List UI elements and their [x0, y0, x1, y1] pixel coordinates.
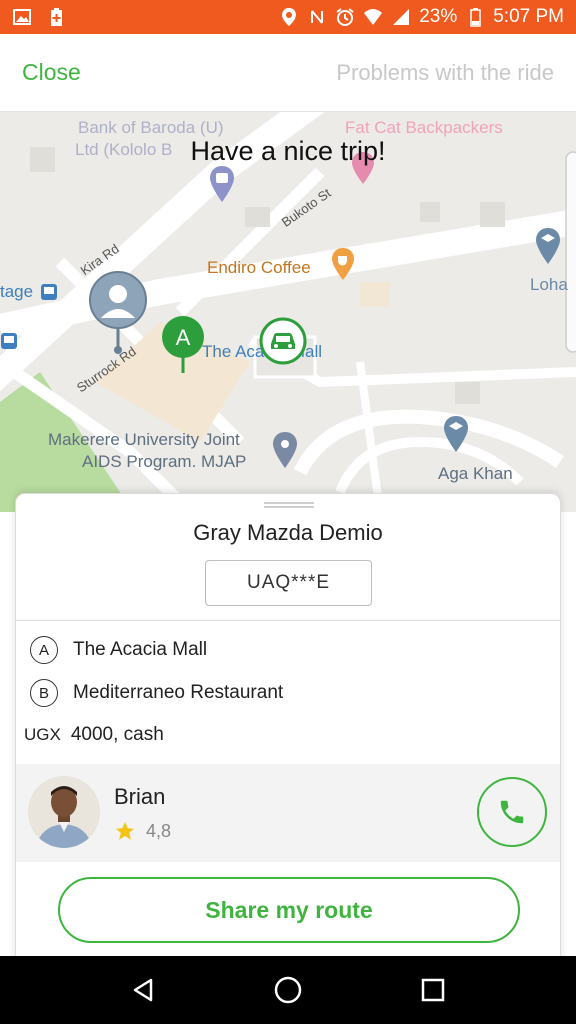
- pickup-pin-a-letter: A: [176, 325, 191, 350]
- home-icon: [274, 976, 302, 1004]
- price: 4000, cash: [70, 724, 164, 745]
- map-label-loha: Loha: [530, 275, 568, 294]
- recents-icon: [422, 978, 445, 1002]
- clock: 5:07 PM: [493, 6, 564, 27]
- driver-avatar: [28, 776, 100, 848]
- ride-details-card: Gray Mazda Demio UAQ***E A The Acacia Ma…: [15, 493, 561, 963]
- close-button[interactable]: Close: [22, 59, 81, 86]
- bus-stop-icon: [210, 166, 234, 202]
- call-driver-button[interactable]: [477, 777, 547, 847]
- point-b-address: Mediterraneo Restaurant: [73, 682, 284, 703]
- car-marker-icon[interactable]: [259, 317, 307, 365]
- phone-icon: [500, 800, 524, 824]
- image-icon: [13, 9, 31, 25]
- status-bar: 23% 5:07 PM: [0, 0, 576, 34]
- map-label-bank: Bank of Baroda (U): [78, 118, 224, 137]
- map-label-makerere-2: AIDS Program. MJAP: [82, 452, 247, 471]
- battery-icon: [470, 8, 481, 27]
- price-row: UGX 4000, cash: [24, 724, 164, 746]
- coffee-icon: [332, 248, 354, 280]
- location-icon: [282, 8, 297, 26]
- school-icon: [536, 228, 560, 264]
- point-a-address: The Acacia Mall: [73, 639, 208, 660]
- navigation-bar: [0, 956, 576, 1024]
- battery-percent: 23%: [419, 6, 458, 27]
- problems-with-ride-button[interactable]: Problems with the ride: [336, 60, 554, 86]
- star-icon: [115, 821, 135, 840]
- pickup-pin-a[interactable]: A: [160, 315, 206, 377]
- poi-pin-icon: [273, 432, 297, 468]
- header: Close Problems with the ride: [0, 34, 576, 112]
- home-button[interactable]: [268, 970, 308, 1010]
- back-icon: [133, 978, 152, 1002]
- license-plate: UAQ***E: [205, 560, 372, 606]
- map-label-endiro-coffee: Endiro Coffee: [207, 258, 311, 277]
- wifi-icon: [364, 9, 383, 25]
- rating-value: 4,8: [146, 820, 172, 841]
- route-point-a: A The Acacia Mall: [30, 636, 207, 664]
- recents-button[interactable]: [413, 970, 453, 1010]
- point-a-marker-icon: A: [30, 636, 58, 664]
- route-point-b: B Mediterraneo Restaurant: [30, 679, 283, 707]
- driver-section: Brian 4,8: [16, 764, 560, 862]
- nfc-icon: [311, 10, 324, 24]
- map-label-tage: tage: [0, 282, 34, 301]
- transit-icon: [41, 284, 57, 300]
- car-name: Gray Mazda Demio: [193, 520, 383, 545]
- currency: UGX: [24, 725, 61, 744]
- map-label-aga-khan: Aga Khan: [438, 464, 513, 483]
- share-route-button[interactable]: Share my route: [58, 877, 520, 943]
- map-label-fat-cat: Fat Cat Backpackers: [345, 118, 503, 137]
- drag-handle[interactable]: [264, 502, 314, 508]
- transit-icon-2: [1, 333, 17, 349]
- driver-name: Brian: [114, 784, 166, 809]
- signal-icon: [393, 9, 410, 25]
- map[interactable]: Bank of Baroda (U) Ltd (Kololo B Fat Cat…: [0, 112, 576, 512]
- divider: [16, 620, 560, 621]
- alarm-icon: [336, 8, 354, 26]
- battery-plus-icon: [51, 8, 62, 26]
- user-location-pin[interactable]: [86, 270, 150, 354]
- driver-rating: 4,8: [114, 820, 171, 842]
- school-icon-2: [444, 416, 468, 452]
- trip-message: Have a nice trip!: [190, 136, 386, 166]
- back-button[interactable]: [123, 970, 163, 1010]
- map-label-makerere-1: Makerere University Joint: [48, 430, 240, 449]
- point-b-marker-icon: B: [30, 679, 58, 707]
- screen: 23% 5:07 PM Close Problems with the ride: [0, 0, 576, 1024]
